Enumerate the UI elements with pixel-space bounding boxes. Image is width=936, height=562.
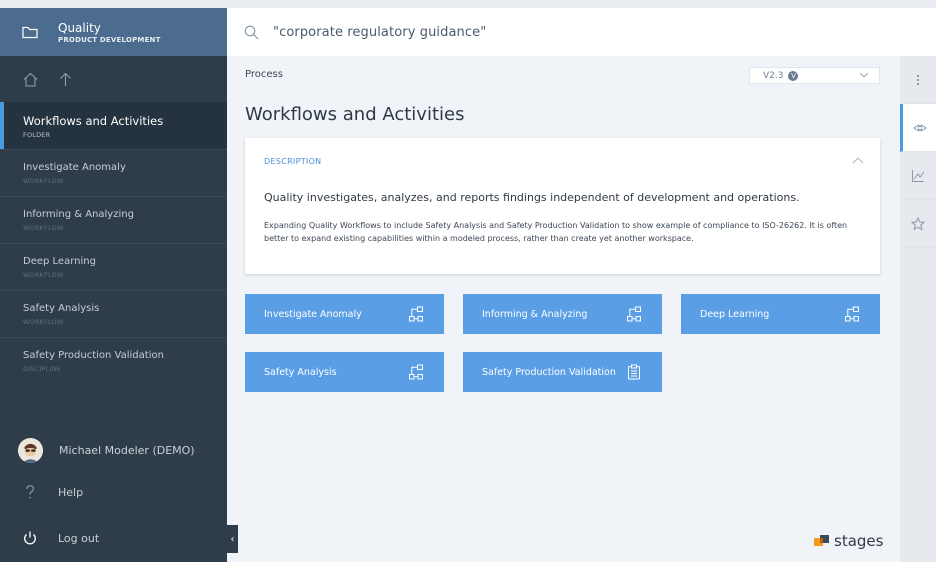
- search-bar[interactable]: "corporate regulatory guidance": [227, 8, 936, 56]
- sidebar-item-label: Safety Analysis: [23, 303, 100, 314]
- sidebar: Quality PRODUCT DEVELOPMENT Workflows an…: [0, 8, 227, 562]
- tile-deep-learning[interactable]: Deep Learning: [681, 294, 880, 334]
- workspace-subtitle: PRODUCT DEVELOPMENT: [58, 35, 161, 44]
- chevron-left-icon: ‹: [230, 533, 235, 545]
- sidebar-item-kind: WORKFLOW: [23, 271, 64, 279]
- tile-label: Informing & Analyzing: [482, 308, 588, 320]
- sidebar-item-kind: FOLDER: [23, 131, 51, 139]
- sidebar-item-label: Workflows and Activities: [23, 114, 164, 128]
- description-label: DESCRIPTION: [264, 157, 322, 166]
- workflow-icon: [845, 306, 859, 322]
- user-name: Michael Modeler (DEMO): [59, 443, 195, 457]
- description-lead: Quality investigates, analyzes, and repo…: [264, 191, 800, 204]
- page-title: Workflows and Activities: [245, 104, 465, 125]
- version-select[interactable]: V2.3 V: [749, 67, 880, 84]
- star-icon: [911, 216, 925, 231]
- metrics-button[interactable]: [900, 152, 936, 200]
- tile-investigate-anomaly[interactable]: Investigate Anomaly: [245, 294, 444, 334]
- view-button[interactable]: [900, 104, 936, 152]
- power-icon: [24, 531, 36, 545]
- sidebar-item-workflows-and-activities[interactable]: Workflows and Activities FOLDER: [0, 102, 227, 149]
- user-avatar-icon: [18, 437, 43, 463]
- chevron-down-icon: [859, 72, 869, 78]
- stages-logo-icon: [814, 535, 829, 546]
- help-label: Help: [58, 485, 84, 499]
- help-link[interactable]: Help: [0, 474, 227, 510]
- sidebar-item-deep-learning[interactable]: Deep Learning WORKFLOW: [0, 243, 227, 290]
- sidebar-item-kind: WORKFLOW: [23, 224, 64, 232]
- tile-label: Safety Production Validation: [482, 366, 616, 378]
- sidebar-item-investigate-anomaly[interactable]: Investigate Anomaly WORKFLOW: [0, 149, 227, 196]
- description-body: Expanding Quality Workflows to include S…: [264, 221, 848, 243]
- workflow-icon: [627, 306, 641, 322]
- folder-icon: [22, 26, 38, 38]
- sidebar-item-kind: DISCIPLINE: [23, 365, 61, 373]
- sidebar-item-label: Informing & Analyzing: [23, 209, 134, 220]
- favorite-button[interactable]: [900, 200, 936, 248]
- main-content: Process V2.3 V Workflows and Activities …: [245, 56, 883, 562]
- workflow-icon: [409, 306, 423, 322]
- sidebar-item-kind: WORKFLOW: [23, 318, 64, 326]
- brand-name: stages: [834, 532, 884, 550]
- avatar: [18, 437, 43, 463]
- user-profile[interactable]: Michael Modeler (DEMO): [0, 430, 227, 470]
- sidebar-item-kind: WORKFLOW: [23, 177, 64, 185]
- tile-label: Safety Analysis: [264, 366, 337, 378]
- sidebar-item-safety-analysis[interactable]: Safety Analysis WORKFLOW: [0, 290, 227, 337]
- sidebar-item-informing-analyzing[interactable]: Informing & Analyzing WORKFLOW: [0, 196, 227, 243]
- chevron-up-icon[interactable]: [852, 156, 864, 164]
- tile-label: Deep Learning: [700, 308, 770, 320]
- logout-link[interactable]: Log out: [0, 520, 227, 556]
- brand-logo: stages: [814, 532, 883, 550]
- sidebar-item-label: Safety Production Validation: [23, 350, 164, 361]
- right-rail: [900, 56, 936, 562]
- home-icon[interactable]: [22, 71, 39, 88]
- tile-informing-analyzing[interactable]: Informing & Analyzing: [463, 294, 662, 334]
- chart-icon: [912, 169, 925, 182]
- more-options-button[interactable]: [900, 56, 936, 104]
- sidebar-item-safety-production-validation[interactable]: Safety Production Validation DISCIPLINE: [0, 337, 227, 384]
- sidebar-item-label: Investigate Anomaly: [23, 162, 126, 173]
- search-query[interactable]: "corporate regulatory guidance": [273, 25, 486, 40]
- tile-safety-production-validation[interactable]: Safety Production Validation: [463, 352, 662, 392]
- sidebar-item-label: Deep Learning: [23, 256, 96, 267]
- tile-safety-analysis[interactable]: Safety Analysis: [245, 352, 444, 392]
- logout-label: Log out: [58, 531, 100, 545]
- top-strip: [0, 0, 936, 8]
- eye-icon: [912, 124, 927, 131]
- version-badge: V: [788, 70, 799, 81]
- search-icon: [244, 25, 259, 39]
- sidebar-nav: [0, 56, 227, 102]
- workspace-title: Quality: [58, 20, 101, 35]
- collapse-sidebar-button[interactable]: ‹: [227, 525, 238, 553]
- question-icon: [26, 485, 34, 499]
- workflow-icon: [409, 364, 423, 380]
- description-card: DESCRIPTION Quality investigates, analyz…: [245, 138, 880, 274]
- workspace-header[interactable]: Quality PRODUCT DEVELOPMENT: [0, 8, 227, 56]
- breadcrumb[interactable]: Process: [245, 69, 283, 80]
- version-value: V2.3: [763, 70, 784, 81]
- clipboard-icon: [628, 364, 640, 380]
- more-vertical-icon: [917, 74, 919, 85]
- tile-label: Investigate Anomaly: [264, 308, 362, 320]
- arrow-up-icon[interactable]: [57, 71, 74, 88]
